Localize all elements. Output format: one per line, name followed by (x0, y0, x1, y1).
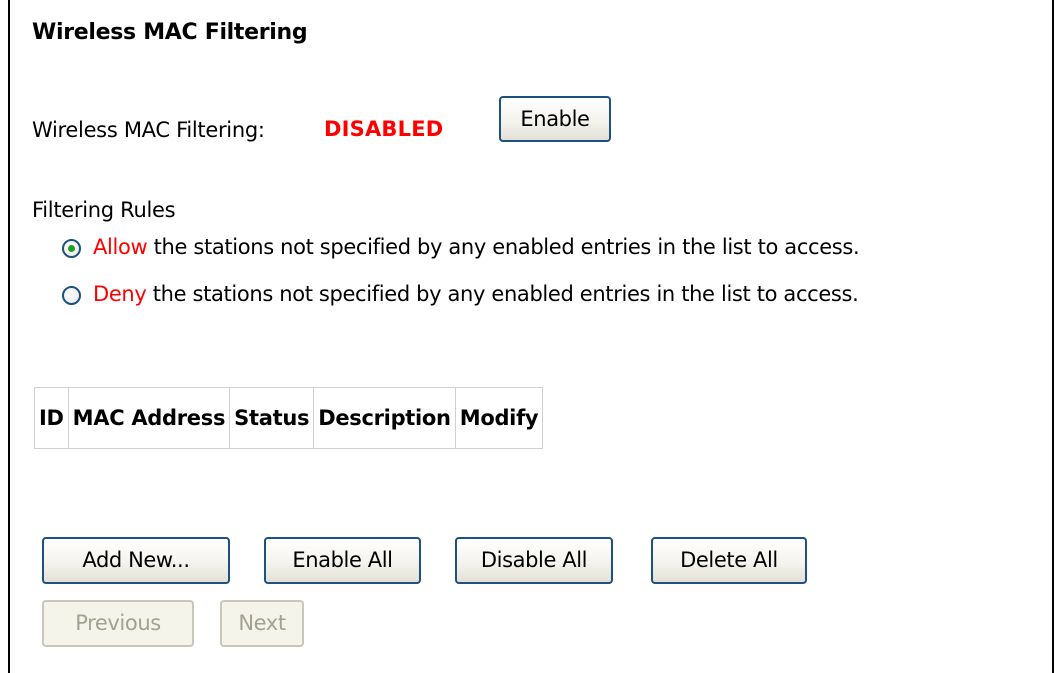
table-header-row: ID MAC Address Status Description Modify (34, 387, 544, 449)
add-new-button[interactable]: Add New... (42, 537, 230, 584)
allow-radio-button[interactable] (62, 239, 81, 258)
allow-rule-description: the stations not specified by any enable… (147, 235, 860, 259)
page-title: Wireless MAC Filtering (32, 20, 308, 45)
previous-page-button[interactable]: Previous (42, 600, 194, 647)
column-header-modify: Modify (454, 387, 544, 449)
deny-rule-text: Deny the stations not specified by any e… (93, 282, 859, 306)
enable-all-button[interactable]: Enable All (264, 537, 421, 584)
column-header-description: Description (313, 387, 456, 449)
allow-keyword: Allow (93, 235, 148, 259)
deny-radio-button[interactable] (62, 286, 81, 305)
next-page-button[interactable]: Next (220, 600, 304, 647)
delete-all-button[interactable]: Delete All (651, 537, 807, 584)
enable-filtering-button[interactable]: Enable (499, 96, 611, 142)
disable-all-button[interactable]: Disable All (455, 537, 613, 584)
column-header-mac-address: MAC Address (67, 387, 231, 449)
column-header-status: Status (229, 387, 315, 449)
deny-rule-description: the stations not specified by any enable… (146, 282, 859, 306)
deny-keyword: Deny (93, 282, 147, 306)
filtering-rules-heading: Filtering Rules (32, 198, 176, 222)
allow-rule-text: Allow the stations not specified by any … (93, 235, 860, 259)
mac-filtering-panel: Wireless MAC Filtering Wireless MAC Filt… (8, 0, 1054, 673)
filtering-status-label: Wireless MAC Filtering: (32, 118, 265, 142)
filtering-status-value: DISABLED (324, 117, 444, 141)
mac-address-table: ID MAC Address Status Description Modify (34, 387, 544, 449)
column-header-id: ID (34, 387, 69, 449)
